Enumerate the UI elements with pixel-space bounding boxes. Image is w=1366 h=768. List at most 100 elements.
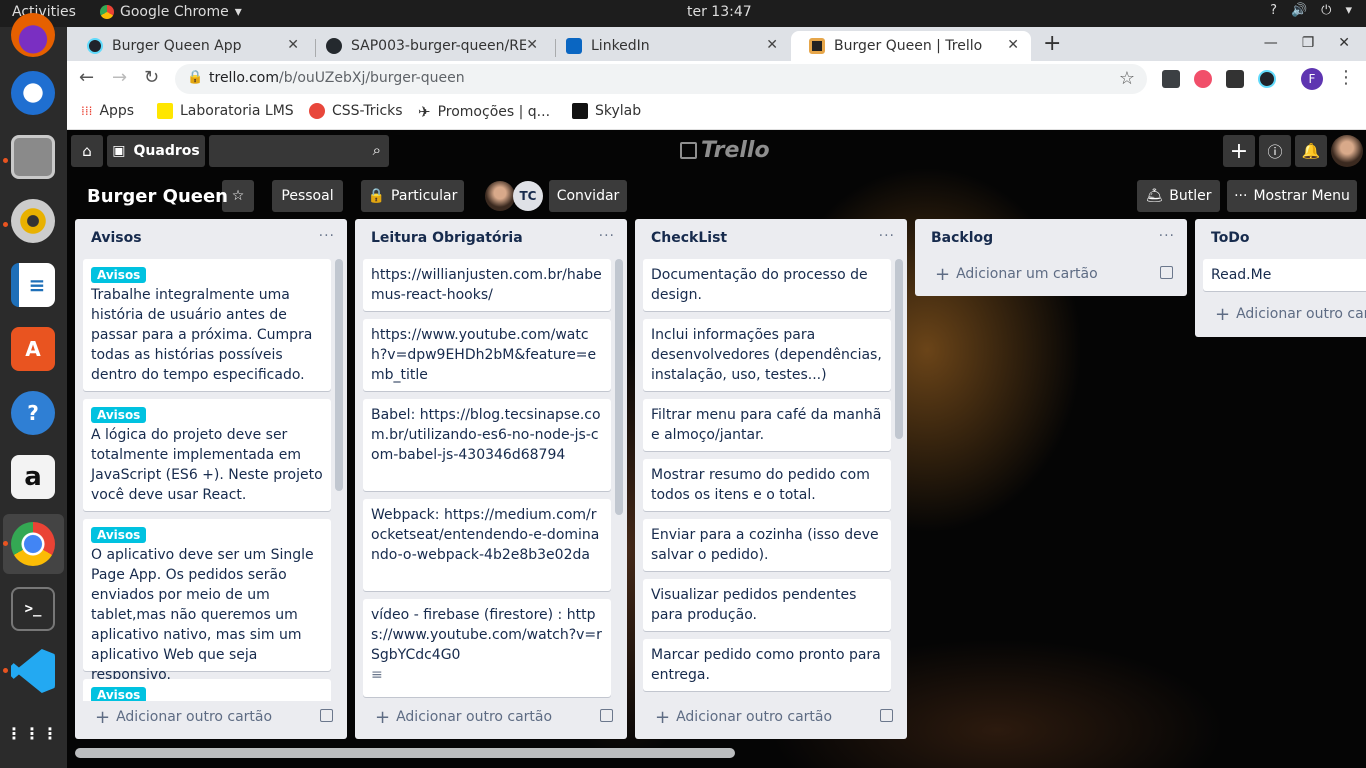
card[interactable]: Avisos O aplicativo deve ser um Single P… (83, 519, 331, 683)
card-template-icon[interactable] (880, 709, 893, 722)
card-label[interactable]: Avisos (91, 687, 147, 701)
list-scrollbar[interactable] (895, 259, 903, 439)
card-label[interactable]: Avisos (91, 527, 147, 543)
team-button[interactable]: Pessoal (272, 180, 343, 212)
list-scrollbar[interactable] (615, 259, 623, 515)
bookmark-laboratoria[interactable]: Laboratoria LMS (157, 103, 294, 119)
card[interactable]: Enviar para a cozinha (isso deve salvar … (643, 519, 891, 571)
star-board-button[interactable]: ☆ (222, 180, 254, 212)
list-header[interactable]: ToDo (1195, 219, 1366, 257)
add-card-button[interactable]: + Adicionar outro cartão (83, 703, 339, 731)
search-input[interactable] (209, 135, 349, 167)
maximize-icon[interactable]: ❐ (1302, 35, 1315, 51)
add-card-button[interactable]: + Adicionar outro cartão (1203, 300, 1366, 328)
member-avatar-tc[interactable]: TC (513, 181, 543, 211)
software-icon[interactable]: A (11, 327, 55, 371)
card[interactable]: Inclui informações para desenvolvedores … (643, 319, 891, 391)
bookmark-css-tricks[interactable]: CSS-Tricks (309, 103, 403, 119)
profile-avatar[interactable]: F (1301, 68, 1323, 90)
bookmark-promocoes[interactable]: ✈ Promoções | q... (418, 103, 550, 121)
list-title[interactable]: ToDo (1211, 230, 1250, 246)
tab-trello[interactable]: Burger Queen | Trello ✕ (791, 31, 1031, 61)
close-icon[interactable]: ✕ (526, 37, 538, 53)
bookmark-apps[interactable]: ⁞⁞⁞ Apps (81, 103, 134, 119)
rhythmbox-icon[interactable] (11, 199, 55, 243)
list-menu-icon[interactable]: ··· (599, 228, 615, 244)
volume-icon[interactable]: 🔊 (1291, 3, 1307, 18)
app-menu[interactable]: Google Chrome ▾ (100, 4, 242, 20)
card[interactable]: Webpack: https://medium.com/rocketseat/e… (363, 499, 611, 591)
chrome-icon[interactable] (11, 522, 55, 566)
help-tray-icon[interactable]: ? (1270, 3, 1277, 18)
list-header[interactable]: CheckList ··· (635, 219, 907, 257)
files-icon[interactable] (11, 135, 55, 179)
list-title[interactable]: Backlog (931, 230, 993, 246)
card[interactable]: Visualizar pedidos pendentes para produç… (643, 579, 891, 631)
invite-button[interactable]: Convidar (549, 180, 627, 212)
create-button[interactable]: + (1223, 135, 1255, 167)
more-icon[interactable]: ⋮ (1337, 67, 1355, 88)
list-header[interactable]: Leitura Obrigatória ··· (355, 219, 627, 257)
member-avatar[interactable] (485, 181, 515, 211)
add-card-button[interactable]: + Adicionar outro cartão (363, 703, 619, 731)
search-icon[interactable]: ⌕ (373, 141, 381, 159)
card-template-icon[interactable] (320, 709, 333, 722)
close-icon[interactable]: ✕ (766, 37, 778, 53)
firefox-icon[interactable] (11, 13, 55, 57)
address-bar[interactable]: 🔒 trello.com/b/ouUZebXj/burger-queen ☆ (175, 64, 1147, 94)
notifications-button[interactable]: 🔔 (1295, 135, 1327, 167)
apps-grid-icon[interactable]: ⋮⋮⋮ (6, 712, 58, 756)
card[interactable]: vídeo - firebase (firestore) : https://w… (363, 599, 611, 697)
terminal-icon[interactable]: >_ (11, 587, 55, 631)
system-tray[interactable]: ? 🔊 ⏻ ▾ (1270, 3, 1352, 18)
bookmark-skylab[interactable]: Skylab (572, 103, 641, 119)
trello-logo[interactable]: Trello (680, 138, 770, 163)
close-icon[interactable]: ✕ (287, 37, 299, 53)
list-menu-icon[interactable]: ··· (1159, 228, 1175, 244)
card[interactable]: Avisos A lógica do projeto deve ser tota… (83, 399, 331, 511)
visibility-button[interactable]: 🔒 Particular (361, 180, 464, 212)
extension-icon[interactable] (1194, 70, 1212, 88)
butler-button[interactable]: 🛎 Butler (1137, 180, 1220, 212)
card-template-icon[interactable] (1160, 266, 1173, 279)
add-card-button[interactable]: + Adicionar outro cartão (643, 703, 899, 731)
show-menu-button[interactable]: ··· Mostrar Menu (1227, 180, 1357, 212)
tab-github[interactable]: SAP003-burger-queen/RE ✕ (308, 31, 550, 61)
card-label[interactable]: Avisos (91, 267, 147, 283)
tray-menu-icon[interactable]: ▾ (1345, 3, 1352, 18)
amazon-icon[interactable]: a (11, 455, 55, 499)
tab-linkedin[interactable]: LinkedIn ✕ (548, 31, 790, 61)
home-button[interactable]: ⌂ (71, 135, 103, 167)
boards-button[interactable]: ▣ Quadros (107, 135, 205, 167)
card[interactable]: Mostrar resumo do pedido com todos os it… (643, 459, 891, 511)
list-header[interactable]: Avisos ··· (75, 219, 347, 257)
info-button[interactable]: ⓘ (1259, 135, 1291, 167)
writer-icon[interactable]: ≡ (11, 263, 55, 307)
card[interactable]: Avisos Trabalhe integralmente uma histór… (83, 259, 331, 391)
card[interactable]: Read.Me (1203, 259, 1366, 291)
react-devtools-icon[interactable] (1258, 70, 1276, 88)
help-icon[interactable]: ? (11, 391, 55, 435)
url-text[interactable]: trello.com/b/ouUZebXj/burger-queen (209, 70, 465, 86)
board-horizontal-scrollbar[interactable] (75, 748, 735, 758)
list-title[interactable]: Avisos (91, 230, 142, 246)
close-window-icon[interactable]: ✕ (1338, 35, 1350, 51)
card[interactable]: https://www.youtube.com/watch?v=dpw9EHDh… (363, 319, 611, 391)
new-tab-button[interactable]: + (1043, 31, 1061, 56)
card[interactable]: Avisos (83, 679, 331, 701)
list-menu-icon[interactable]: ··· (879, 228, 895, 244)
minimize-icon[interactable]: — (1264, 35, 1278, 51)
list-scrollbar[interactable] (335, 259, 343, 491)
thunderbird-icon[interactable] (11, 71, 55, 115)
card[interactable]: Babel: https://blog.tecsinapse.com.br/ut… (363, 399, 611, 491)
list-title[interactable]: Leitura Obrigatória (371, 230, 523, 246)
power-icon[interactable]: ⏻ (1321, 3, 1331, 18)
tab-burger-queen-app[interactable]: Burger Queen App ✕ (69, 31, 311, 61)
board-title[interactable]: Burger Queen (87, 186, 228, 207)
vscode-icon[interactable] (11, 649, 55, 693)
forward-icon[interactable]: → (112, 67, 127, 88)
search-field[interactable]: ⌕ (209, 135, 389, 167)
card[interactable]: Documentação do processo de design. (643, 259, 891, 311)
add-card-button[interactable]: + Adicionar um cartão (923, 260, 1179, 288)
list-menu-icon[interactable]: ··· (319, 228, 335, 244)
